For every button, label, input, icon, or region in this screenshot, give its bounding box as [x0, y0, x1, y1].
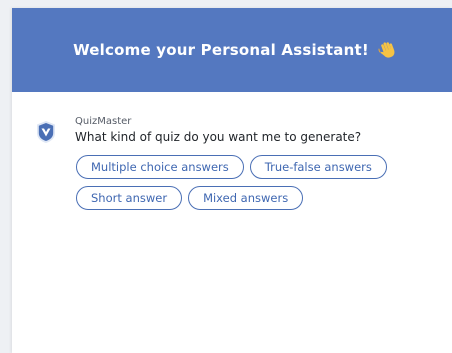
chat-header: Welcome your Personal Assistant!	[12, 8, 452, 92]
quiz-type-options: Multiple choice answers True-false answe…	[76, 155, 436, 210]
option-mixed-answers-button[interactable]: Mixed answers	[188, 186, 304, 210]
waving-hand-icon	[378, 42, 395, 58]
chat-panel: Welcome your Personal Assistant! QuizMas…	[12, 8, 452, 353]
option-short-answer-button[interactable]: Short answer	[76, 186, 183, 210]
message-text: What kind of quiz do you want me to gene…	[75, 130, 362, 144]
quizmaster-shield-icon	[37, 121, 55, 143]
header-title: Welcome your Personal Assistant!	[73, 41, 369, 59]
option-true-false-button[interactable]: True-false answers	[249, 155, 387, 179]
option-multiple-choice-button[interactable]: Multiple choice answers	[76, 155, 244, 179]
sender-name: QuizMaster	[75, 116, 132, 127]
